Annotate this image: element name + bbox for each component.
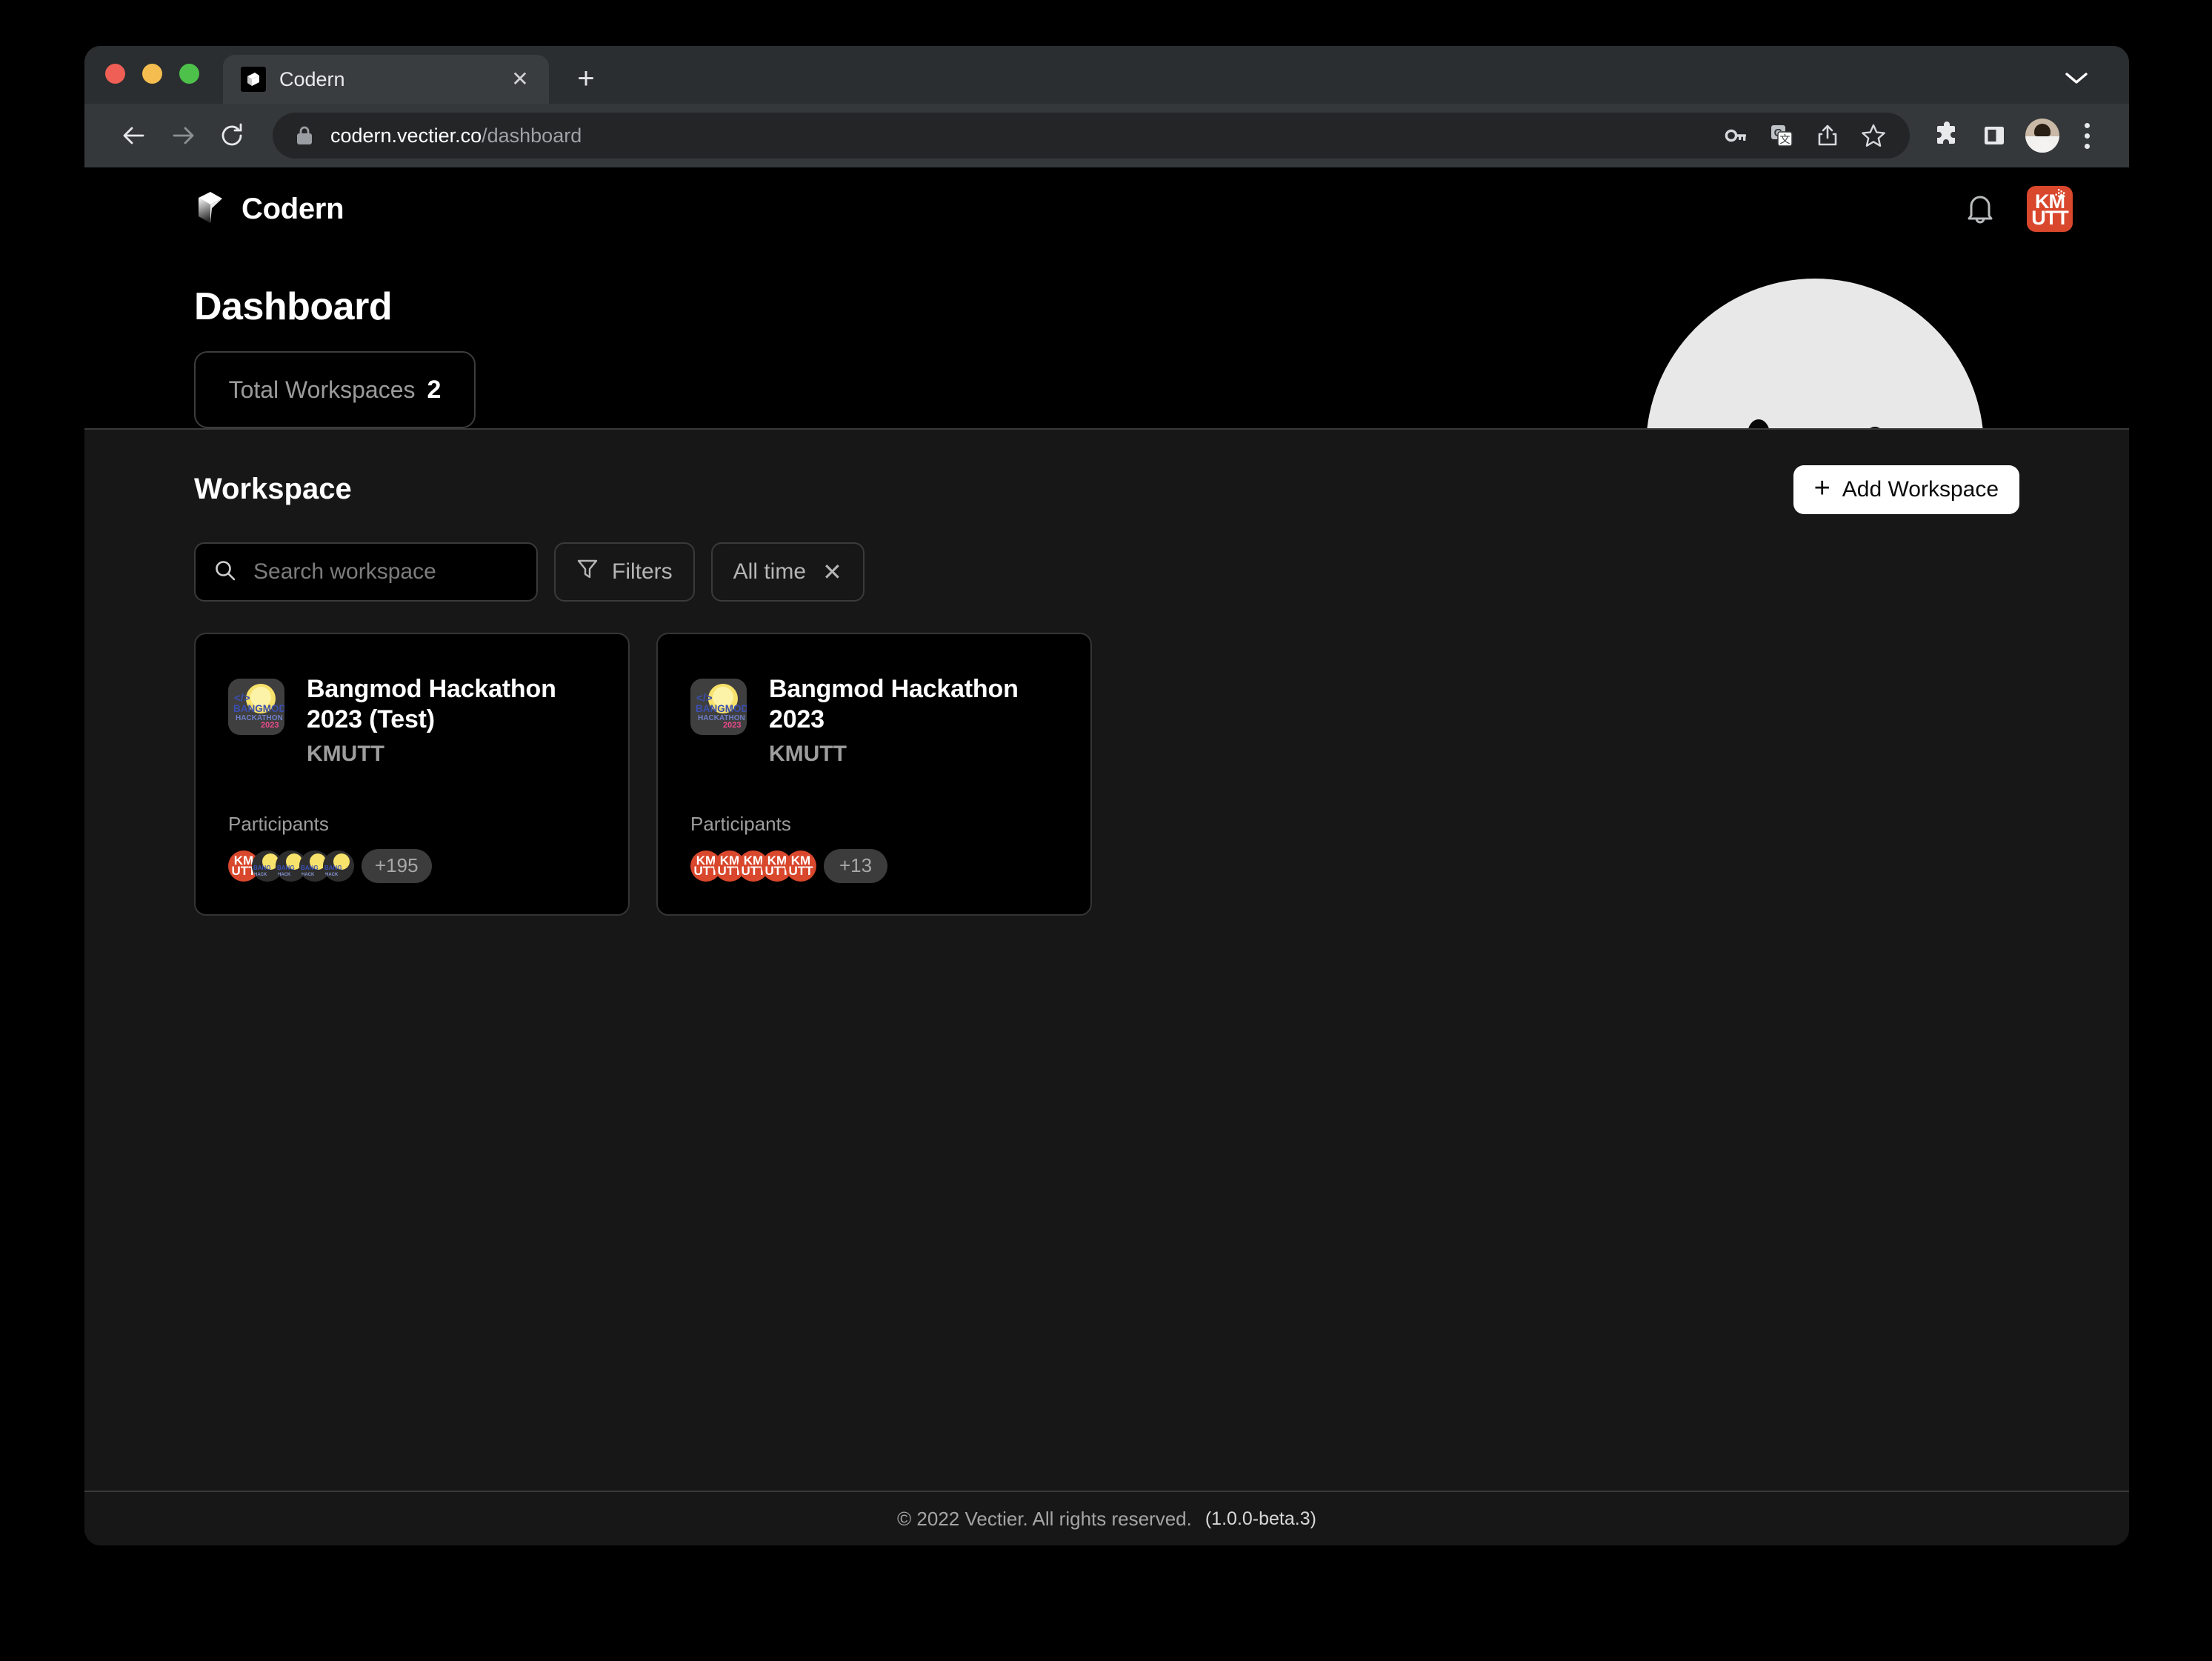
- time-filter-label: All time: [733, 559, 807, 584]
- workspace-card-header: </> BANGMOD HACKATHON 2023 Bangmod Hacka…: [690, 674, 1061, 767]
- bell-icon[interactable]: [1960, 189, 2000, 229]
- share-icon[interactable]: [1805, 113, 1850, 159]
- participants-avatar-row: KM UTT KM UTT KM UTT KM UTT KM UTT +13: [690, 848, 1061, 883]
- workspace-section-header: Workspace + Add Workspace: [194, 465, 2019, 514]
- browser-toolbar: codern.vectier.co/dashboard G: [84, 104, 2129, 167]
- svg-text:2023: 2023: [723, 721, 741, 730]
- brand-name: Codern: [241, 192, 344, 225]
- filters-label: Filters: [612, 559, 673, 584]
- address-bar-url: codern.vectier.co/dashboard: [330, 124, 582, 147]
- filters-button[interactable]: Filters: [554, 542, 695, 602]
- workspace-card[interactable]: </> BANGMOD HACKATHON 2023 Bangmod Hacka…: [656, 633, 1092, 916]
- address-bar[interactable]: codern.vectier.co/dashboard G: [273, 113, 1910, 159]
- maximize-window-button[interactable]: [179, 63, 199, 84]
- total-workspaces-card: Total Workspaces 2: [194, 351, 476, 428]
- arrow-right-icon[interactable]: [159, 111, 207, 160]
- add-workspace-label: Add Workspace: [1842, 477, 1999, 502]
- bangmod-hackathon-2023-icon: </> BANGMOD HACKATHON 2023: [228, 679, 284, 735]
- reload-icon[interactable]: [207, 111, 256, 160]
- extensions-puzzle-icon[interactable]: [1923, 112, 1971, 159]
- workspace-controls: Filters All time ✕: [194, 542, 2019, 602]
- svg-text:BANG: BANG: [253, 865, 271, 871]
- kebab-menu-icon[interactable]: [2067, 112, 2107, 159]
- workspace-card-org: KMUTT: [307, 741, 384, 766]
- footer-version: (1.0.0-beta.3): [1205, 1508, 1316, 1529]
- browser-tab-title: Codern: [279, 67, 345, 90]
- workspace-card[interactable]: </> BANGMOD HACKATHON 2023 Bangmod Hacka…: [194, 633, 630, 916]
- browser-tab-strip: Codern ✕ +: [84, 46, 2129, 104]
- search-workspace-field[interactable]: [194, 542, 539, 602]
- lock-icon: [295, 124, 314, 147]
- dashboard-hero: Dashboard Total Workspaces 2: [84, 250, 2129, 430]
- brand[interactable]: Codern: [194, 190, 344, 228]
- close-window-button[interactable]: [105, 63, 125, 84]
- window-traffic-lights: [105, 46, 199, 104]
- page-footer: © 2022 Vectier. All rights reserved. (1.…: [84, 1491, 2129, 1545]
- arrow-left-icon[interactable]: [110, 111, 159, 160]
- page-viewport: Codern KM UTT Dashboard Total Workspaces…: [84, 167, 2129, 1545]
- url-path: /dashboard: [482, 124, 582, 147]
- participants-label: Participants: [690, 812, 791, 835]
- workspace-card-title: Bangmod Hackathon 2023: [769, 675, 1019, 734]
- add-workspace-button[interactable]: + Add Workspace: [1793, 465, 2019, 514]
- workspace-card-meta: Bangmod Hackathon 2023 (Test) KMUTT: [307, 674, 599, 767]
- participants-more-count[interactable]: +195: [362, 848, 432, 883]
- workspace-card-header: </> BANGMOD HACKATHON 2023 Bangmod Hacka…: [228, 674, 599, 767]
- svg-text:BANG: BANG: [324, 865, 342, 871]
- app-header-actions: KM UTT: [1960, 186, 2073, 232]
- plus-icon: +: [1813, 473, 1830, 504]
- translate-icon[interactable]: G 文: [1759, 113, 1805, 159]
- bookmark-star-icon[interactable]: [1850, 113, 1896, 159]
- kmutt-dots-icon: [2051, 189, 2068, 205]
- workspace-card-meta: Bangmod Hackathon 2023 KMUTT: [769, 674, 1061, 767]
- profile-avatar[interactable]: [2025, 119, 2059, 153]
- filter-funnel-icon: [576, 557, 599, 587]
- total-workspaces-label: Total Workspaces: [228, 376, 416, 403]
- total-workspaces-value: 2: [427, 375, 442, 404]
- url-host: codern.vectier.co: [330, 124, 482, 147]
- workspace-section-title: Workspace: [194, 473, 352, 505]
- address-bar-actions: G 文: [1713, 113, 1896, 159]
- close-x-icon[interactable]: ✕: [822, 560, 842, 584]
- user-badge[interactable]: KM UTT: [2027, 186, 2073, 232]
- side-panel-icon[interactable]: [1971, 112, 2018, 159]
- svg-text:2023: 2023: [261, 721, 279, 730]
- smiley-face-mascot: [1646, 279, 1984, 428]
- footer-copyright: © 2022 Vectier. All rights reserved.: [897, 1507, 1192, 1530]
- time-filter-chip[interactable]: All time ✕: [710, 542, 865, 602]
- codern-cube-logo-icon: [194, 190, 225, 228]
- participants-avatar-row: KM UTT BANG HACK BANG HACK BANG HACK BANG HAC…: [228, 848, 599, 883]
- avatar[interactable]: KM UTT: [785, 850, 816, 882]
- svg-text:BANG: BANG: [277, 865, 295, 871]
- workspace-card-org: KMUTT: [769, 741, 847, 766]
- browser-tab[interactable]: Codern ✕: [223, 55, 549, 104]
- svg-text:文: 文: [1780, 133, 1790, 145]
- participants-label: Participants: [228, 812, 329, 835]
- close-icon[interactable]: ✕: [507, 69, 533, 90]
- svg-text:BANGMOD: BANGMOD: [233, 703, 284, 714]
- svg-text:HACK: HACK: [254, 873, 267, 877]
- workspace-card-grid: </> BANGMOD HACKATHON 2023 Bangmod Hacka…: [194, 633, 2019, 916]
- app-header: Codern KM UTT: [84, 167, 2129, 250]
- codern-logo-icon: [241, 67, 266, 92]
- workspace-section: Workspace + Add Workspace Search workspa…: [84, 430, 2129, 1491]
- search-icon: [213, 559, 237, 586]
- svg-text:BANGMOD: BANGMOD: [696, 703, 747, 714]
- svg-text:HACK: HACK: [302, 873, 315, 877]
- password-key-icon[interactable]: [1713, 113, 1759, 159]
- bangmod-hackathon-2023-icon: </> BANGMOD HACKATHON 2023: [690, 679, 747, 735]
- workspace-card-title: Bangmod Hackathon 2023 (Test): [307, 675, 556, 734]
- search-input[interactable]: [253, 559, 539, 585]
- browser-window: Codern ✕ + codern.vectier.co/dashboard 文…: [84, 46, 2129, 1545]
- minimize-window-button[interactable]: [142, 63, 162, 84]
- svg-text:HACK: HACK: [278, 873, 291, 877]
- participants-more-count[interactable]: +13: [824, 848, 887, 883]
- svg-text:BANG: BANG: [301, 865, 319, 871]
- plus-icon[interactable]: +: [570, 64, 602, 93]
- svg-text:HACK: HACK: [325, 873, 339, 877]
- chevron-down-icon[interactable]: [2064, 70, 2089, 89]
- browser-toolbar-actions: [1923, 112, 2107, 159]
- avatar[interactable]: BANG HACK: [323, 850, 354, 882]
